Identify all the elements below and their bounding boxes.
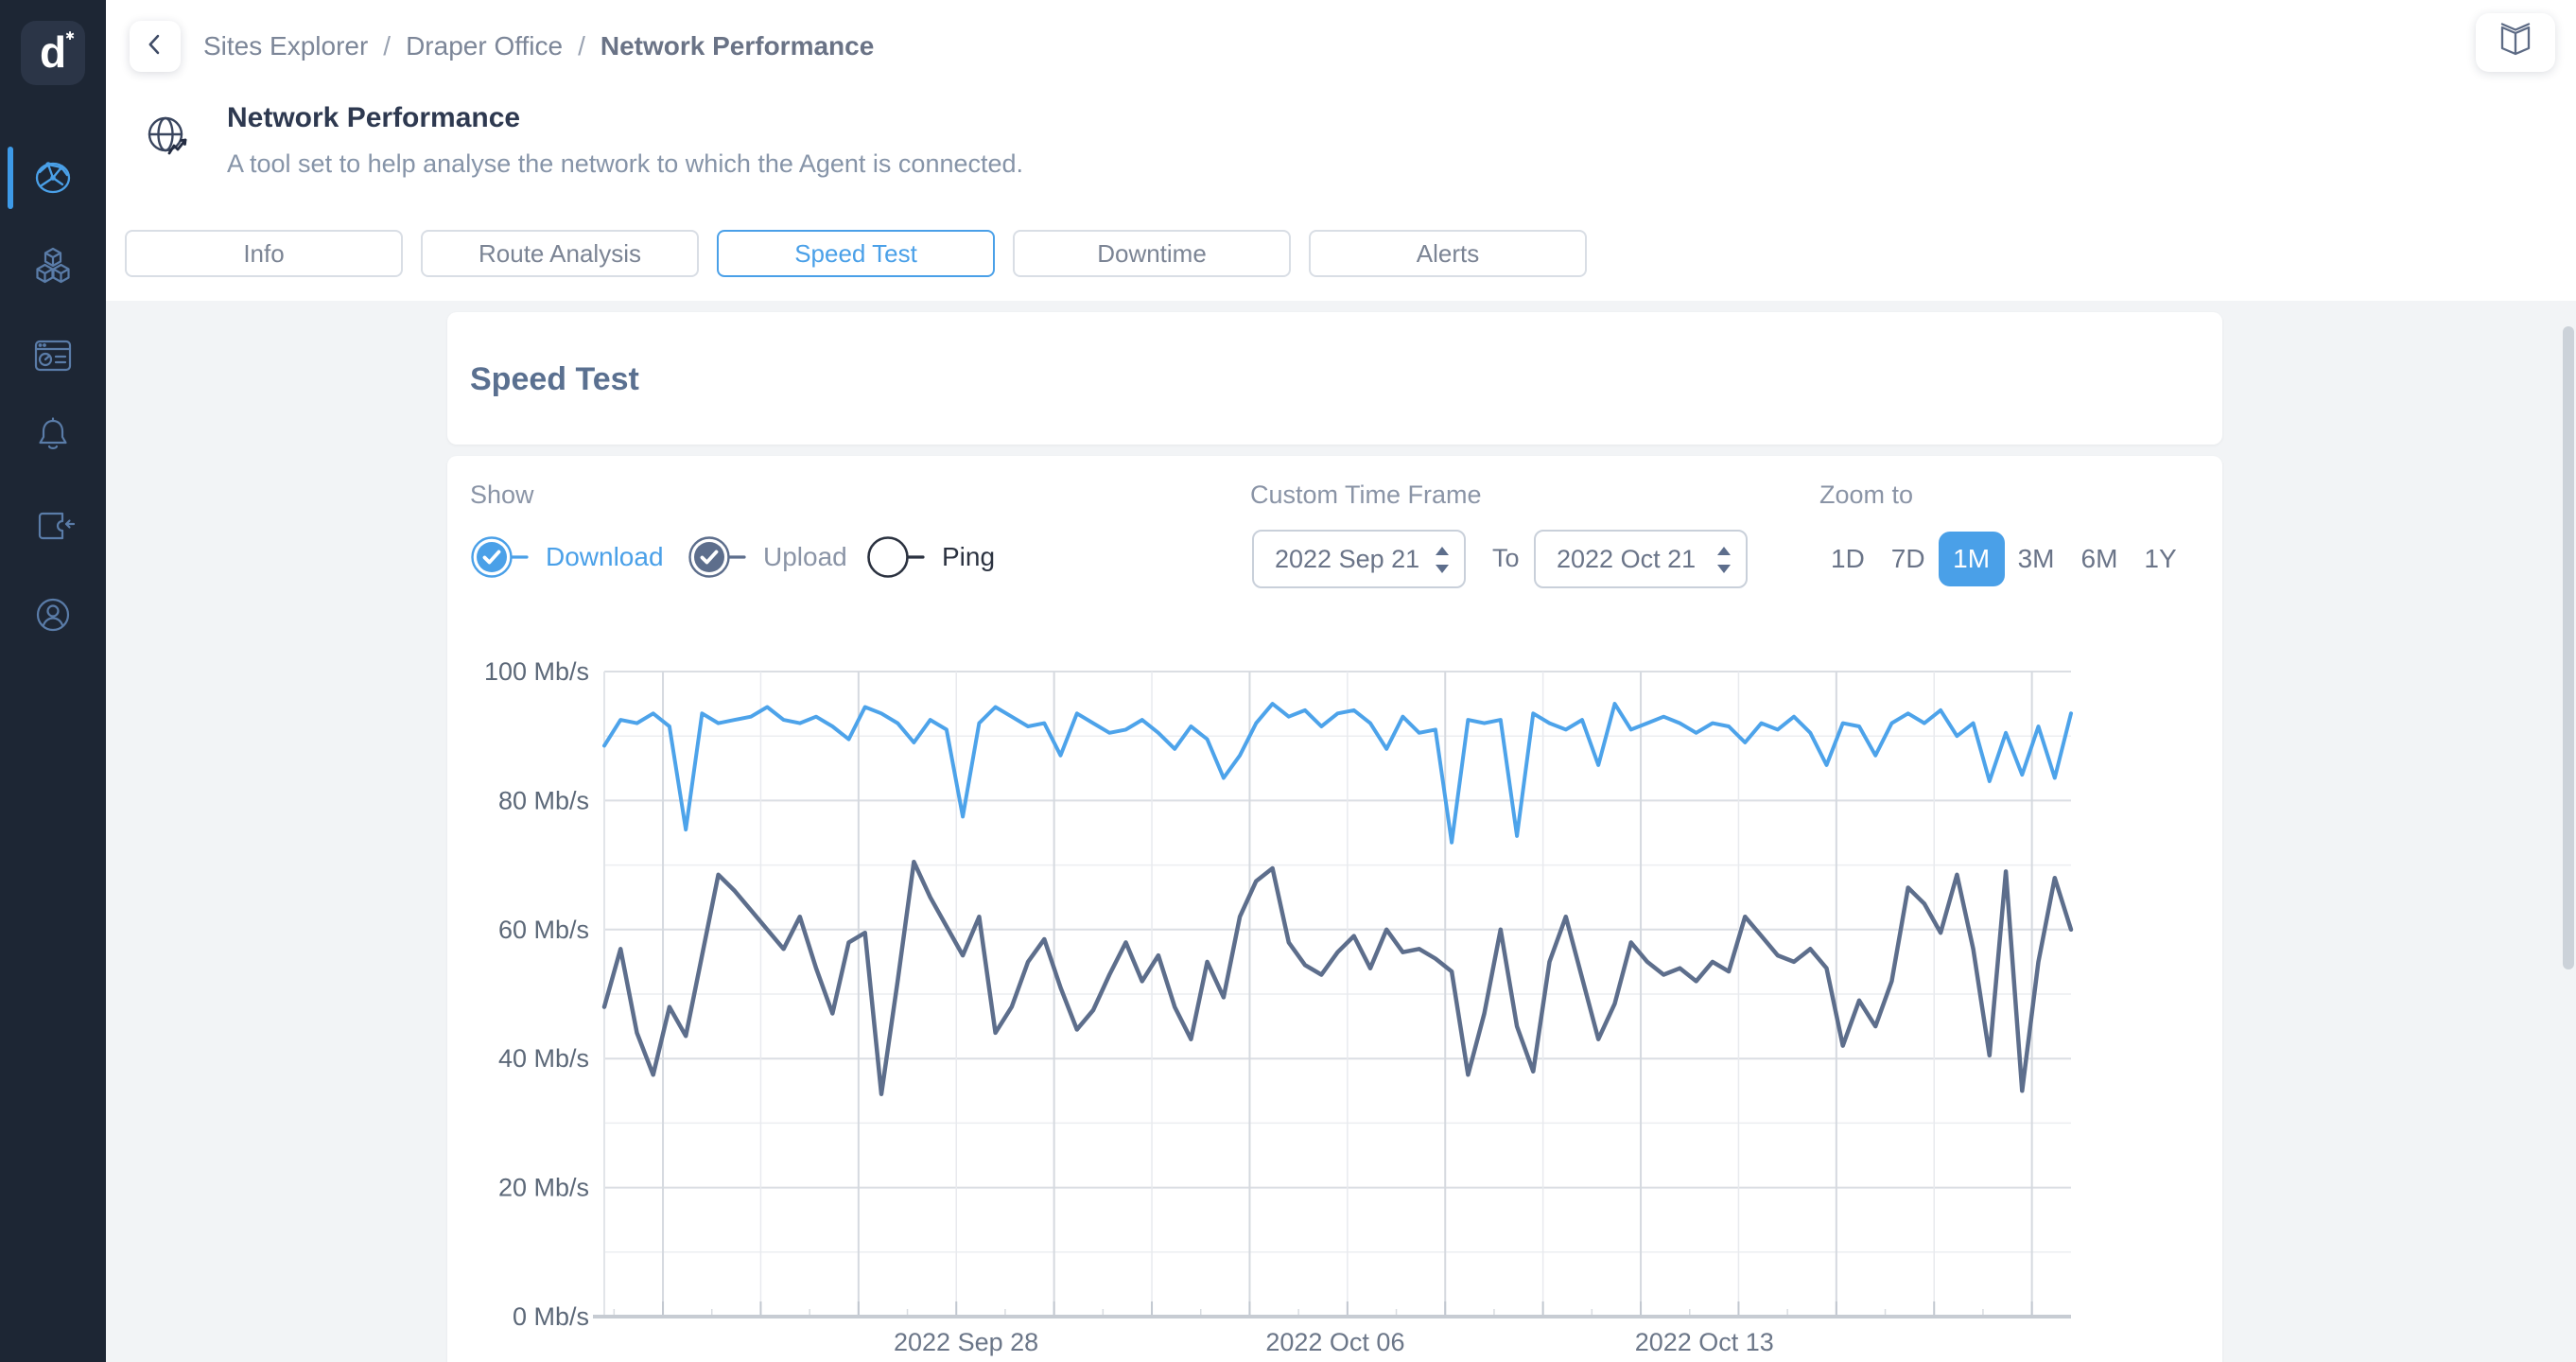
tab-speed-test[interactable]: Speed Test xyxy=(717,230,995,277)
speed-test-chart-card: Show Download Upload Ping Custom Time Fr… xyxy=(447,456,2222,1362)
user-circle-icon xyxy=(30,598,76,641)
scrollbar-thumb[interactable] xyxy=(2563,326,2574,969)
app-logo[interactable]: d ✱ xyxy=(21,21,85,85)
page-title: Network Performance xyxy=(227,102,521,133)
toggle-download[interactable]: Download xyxy=(470,535,664,579)
knowledge-base-button[interactable] xyxy=(2476,13,2555,72)
tab-downtime[interactable]: Downtime xyxy=(1013,230,1291,277)
app-root: d ✱ Sites Explorer / Draper Office / Net… xyxy=(0,0,2576,1362)
breadcrumb-separator: / xyxy=(383,31,392,61)
breadcrumb-sites-explorer[interactable]: Sites Explorer xyxy=(203,31,368,61)
cubes-icon xyxy=(30,247,76,293)
zoom-3m[interactable]: 3M xyxy=(2005,544,2068,574)
zoom-presets: 1D 7D 1M 3M 6M 1Y xyxy=(1818,532,2190,586)
toggle-upload-label: Upload xyxy=(763,542,847,571)
timeframe-label: Custom Time Frame xyxy=(1250,480,1482,509)
zoom-1d[interactable]: 1D xyxy=(1818,544,1878,574)
sidebar: d ✱ xyxy=(0,0,106,1362)
svg-text:80 Mb/s: 80 Mb/s xyxy=(498,786,589,814)
timeframe-to-word: To xyxy=(1492,544,1520,572)
show-label: Show xyxy=(470,480,534,509)
chevron-left-icon xyxy=(136,26,174,68)
zoom-1m[interactable]: 1M xyxy=(1938,532,2005,586)
zoom-7d[interactable]: 7D xyxy=(1878,544,1939,574)
sidebar-item-dashboards[interactable] xyxy=(30,333,76,378)
sidebar-item-alerts[interactable] xyxy=(30,412,76,458)
sidebar-active-indicator xyxy=(8,147,13,209)
date-to-stepper[interactable] xyxy=(1715,545,1732,575)
breadcrumb-separator: / xyxy=(578,31,585,61)
sidebar-item-network-performance[interactable] xyxy=(30,155,76,201)
svg-text:40 Mb/s: 40 Mb/s xyxy=(498,1044,589,1073)
breadcrumb-current: Network Performance xyxy=(600,31,875,61)
logo-star-icon: ✱ xyxy=(64,29,75,43)
logo-letter: d xyxy=(39,27,67,77)
speed-test-chart: 100 Mb/s 80 Mb/s 60 Mb/s 40 Mb/s 20 Mb/s 0 Mb… xyxy=(484,657,2074,1356)
svg-text:2022 Oct 13: 2022 Oct 13 xyxy=(1635,1328,1774,1356)
tab-alerts[interactable]: Alerts xyxy=(1309,230,1587,277)
empty-circle-icon xyxy=(867,536,925,578)
dashboard-icon xyxy=(30,340,76,382)
date-to-field[interactable] xyxy=(1534,530,1748,588)
tab-route-analysis[interactable]: Route Analysis xyxy=(421,230,699,277)
zoom-to-label: Zoom to xyxy=(1819,480,1914,509)
back-button[interactable] xyxy=(130,21,181,72)
puzzle-arrow-icon xyxy=(30,512,76,550)
date-from-input[interactable] xyxy=(1275,544,1426,574)
check-circle-icon xyxy=(471,536,529,578)
speed-test-header-card: Speed Test xyxy=(447,312,2222,445)
toggle-ping[interactable]: Ping xyxy=(866,535,995,579)
toggle-download-label: Download xyxy=(546,542,664,571)
page-header: Sites Explorer / Draper Office / Network… xyxy=(106,0,2576,301)
check-circle-icon xyxy=(688,536,746,578)
toggle-ping-label: Ping xyxy=(942,542,996,571)
svg-text:2022 Sep 28: 2022 Sep 28 xyxy=(894,1328,1038,1356)
card-title: Speed Test xyxy=(470,361,639,397)
zoom-1y[interactable]: 1Y xyxy=(2131,544,2189,574)
tab-info[interactable]: Info xyxy=(125,230,403,277)
toggle-upload[interactable]: Upload xyxy=(688,535,847,579)
breadcrumb: Sites Explorer / Draper Office / Network… xyxy=(203,0,874,93)
svg-text:0 Mb/s: 0 Mb/s xyxy=(513,1302,589,1331)
svg-text:60 Mb/s: 60 Mb/s xyxy=(498,916,589,944)
date-from-field[interactable] xyxy=(1252,530,1466,588)
page-subtitle: A tool set to help analyse the network t… xyxy=(227,149,1024,178)
globe-network-icon xyxy=(30,162,76,204)
open-book-icon xyxy=(2494,19,2537,67)
sidebar-item-inventory[interactable] xyxy=(30,244,76,289)
svg-text:2022 Oct 06: 2022 Oct 06 xyxy=(1265,1328,1404,1356)
bell-icon xyxy=(30,417,76,462)
svg-text:100 Mb/s: 100 Mb/s xyxy=(484,657,589,686)
breadcrumb-draper-office[interactable]: Draper Office xyxy=(406,31,563,61)
date-from-stepper[interactable] xyxy=(1434,545,1451,575)
tab-bar: Info Route Analysis Speed Test Downtime … xyxy=(125,230,1587,277)
sidebar-item-account[interactable] xyxy=(30,592,76,637)
svg-text:20 Mb/s: 20 Mb/s xyxy=(498,1174,589,1202)
globe-chart-icon xyxy=(140,110,195,165)
date-to-input[interactable] xyxy=(1557,544,1708,574)
zoom-6m[interactable]: 6M xyxy=(2068,544,2132,574)
content-area: Speed Test Show Download Upload Ping Cus… xyxy=(106,301,2576,1362)
sidebar-item-integrations[interactable] xyxy=(30,501,76,547)
